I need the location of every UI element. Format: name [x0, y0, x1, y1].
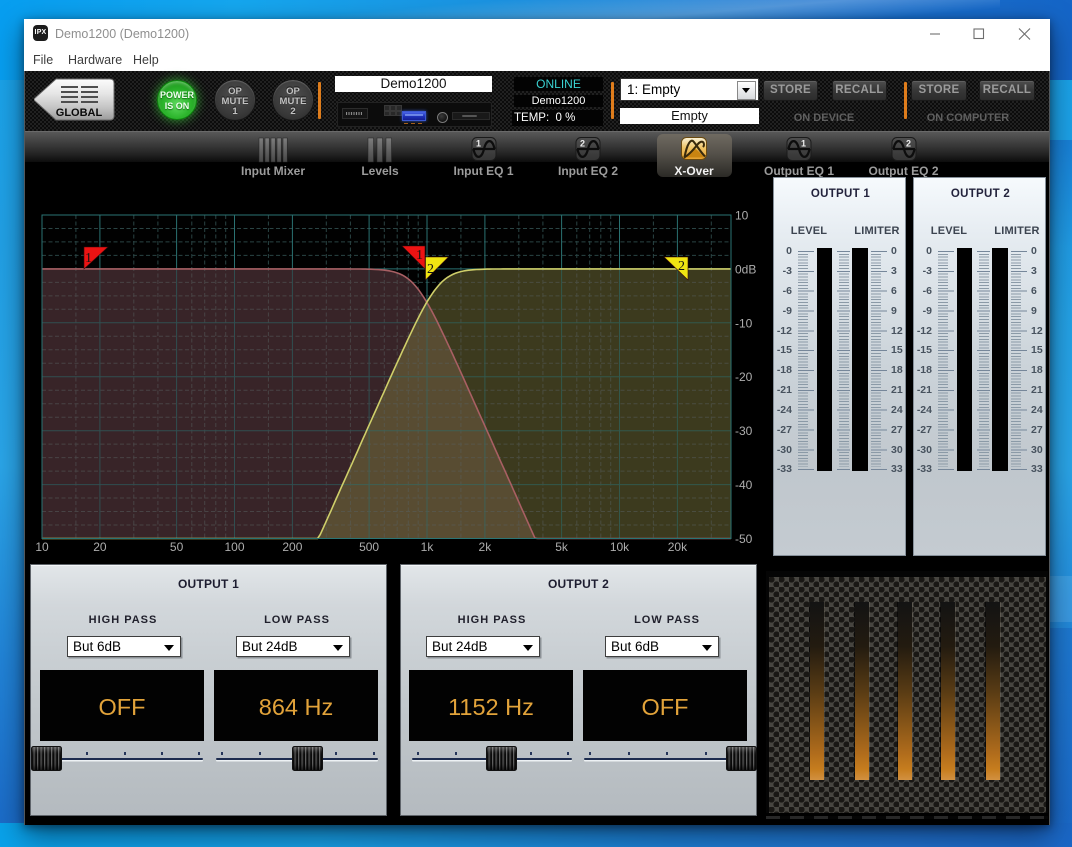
svg-text:5k: 5k — [555, 540, 569, 554]
svg-text:2: 2 — [906, 139, 911, 149]
svg-text:2: 2 — [678, 259, 685, 274]
svg-text:10: 10 — [735, 209, 749, 223]
svg-text:-50: -50 — [735, 532, 753, 546]
svg-text:0dB: 0dB — [735, 262, 756, 276]
svg-text:-40: -40 — [735, 478, 753, 492]
svg-text:-10: -10 — [735, 316, 753, 330]
svg-text:50: 50 — [170, 540, 184, 554]
svg-text:20: 20 — [93, 540, 107, 554]
svg-text:500: 500 — [359, 540, 379, 554]
svg-text:-20: -20 — [735, 370, 753, 384]
svg-text:GLOBAL: GLOBAL — [56, 107, 103, 119]
svg-text:1k: 1k — [421, 540, 435, 554]
svg-text:1: 1 — [416, 248, 423, 263]
svg-text:2k: 2k — [479, 540, 493, 554]
svg-text:1: 1 — [85, 251, 92, 266]
svg-text:100: 100 — [224, 540, 244, 554]
svg-text:2: 2 — [427, 262, 434, 277]
svg-text:10k: 10k — [610, 540, 630, 554]
svg-text:10: 10 — [35, 540, 49, 554]
svg-text:200: 200 — [282, 540, 302, 554]
svg-text:-30: -30 — [735, 424, 753, 438]
svg-text:20k: 20k — [668, 540, 688, 554]
svg-text:1: 1 — [801, 139, 806, 149]
